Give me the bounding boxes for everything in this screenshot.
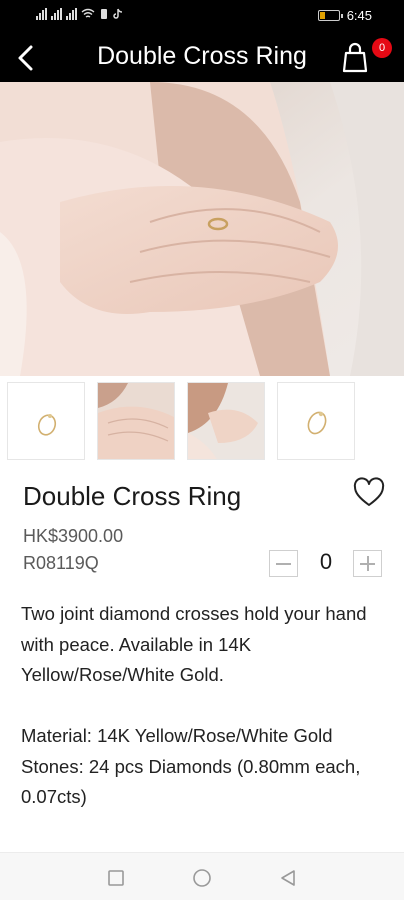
- nav-back-button[interactable]: [277, 867, 299, 889]
- signal-icon: [66, 8, 77, 20]
- wifi-icon: [81, 8, 95, 18]
- wishlist-button[interactable]: [352, 477, 386, 509]
- status-icons: [36, 8, 123, 20]
- description-text: Two joint diamond crosses hold your hand…: [21, 603, 367, 685]
- product-price: HK$3900.00: [23, 526, 124, 546]
- signal-icon: [36, 8, 47, 20]
- tiktok-icon: [113, 8, 123, 19]
- cart-button[interactable]: [338, 39, 374, 75]
- recent-apps-icon: [108, 870, 124, 886]
- ring-thumbnail: [37, 414, 57, 436]
- cart-count-badge: 0: [372, 38, 392, 58]
- thumbnail-strip: [0, 382, 404, 460]
- product-description: Two joint diamond crosses hold your hand…: [21, 599, 391, 813]
- back-button[interactable]: [10, 41, 44, 75]
- shopping-bag-icon: [342, 42, 368, 73]
- quantity-decrease-button[interactable]: [269, 550, 298, 577]
- stones-text: Stones: 24 pcs Diamonds (0.80mm each, 0.…: [21, 755, 361, 808]
- home-button[interactable]: [191, 867, 213, 889]
- product-sku: R08119Q: [23, 553, 99, 573]
- quantity-value: 0: [319, 549, 333, 574]
- product-name: Double Cross Ring: [23, 481, 242, 511]
- status-time: 6:45: [346, 8, 372, 23]
- thumbnail-4[interactable]: [277, 382, 355, 460]
- thumbnail-1[interactable]: [7, 382, 85, 460]
- product-main-image: [0, 82, 404, 376]
- thumbnail-2[interactable]: [97, 382, 175, 460]
- home-icon: [193, 869, 211, 887]
- signal-icon: [51, 8, 62, 20]
- page-title: Double Cross Ring: [97, 42, 307, 70]
- back-icon: [281, 870, 295, 886]
- thumbnail-3[interactable]: [187, 382, 265, 460]
- heart-outline-icon: [353, 477, 385, 506]
- status-bar: 6:45: [0, 0, 404, 33]
- hand-thumbnail: [98, 383, 174, 459]
- material-text: Material: 14K Yellow/Rose/White Gold: [21, 725, 333, 746]
- hand-thumbnail: [188, 383, 264, 459]
- back-arrow-icon: [18, 45, 33, 71]
- system-nav-bar: [0, 852, 404, 900]
- ring-thumbnail: [307, 411, 327, 435]
- quantity-increase-button[interactable]: [353, 550, 382, 577]
- notification-icon: [101, 9, 107, 19]
- hand-ring-photo: [0, 82, 404, 376]
- recent-apps-button[interactable]: [105, 867, 127, 889]
- battery-icon: [318, 10, 343, 21]
- app-header: Double Cross Ring 0: [0, 33, 404, 82]
